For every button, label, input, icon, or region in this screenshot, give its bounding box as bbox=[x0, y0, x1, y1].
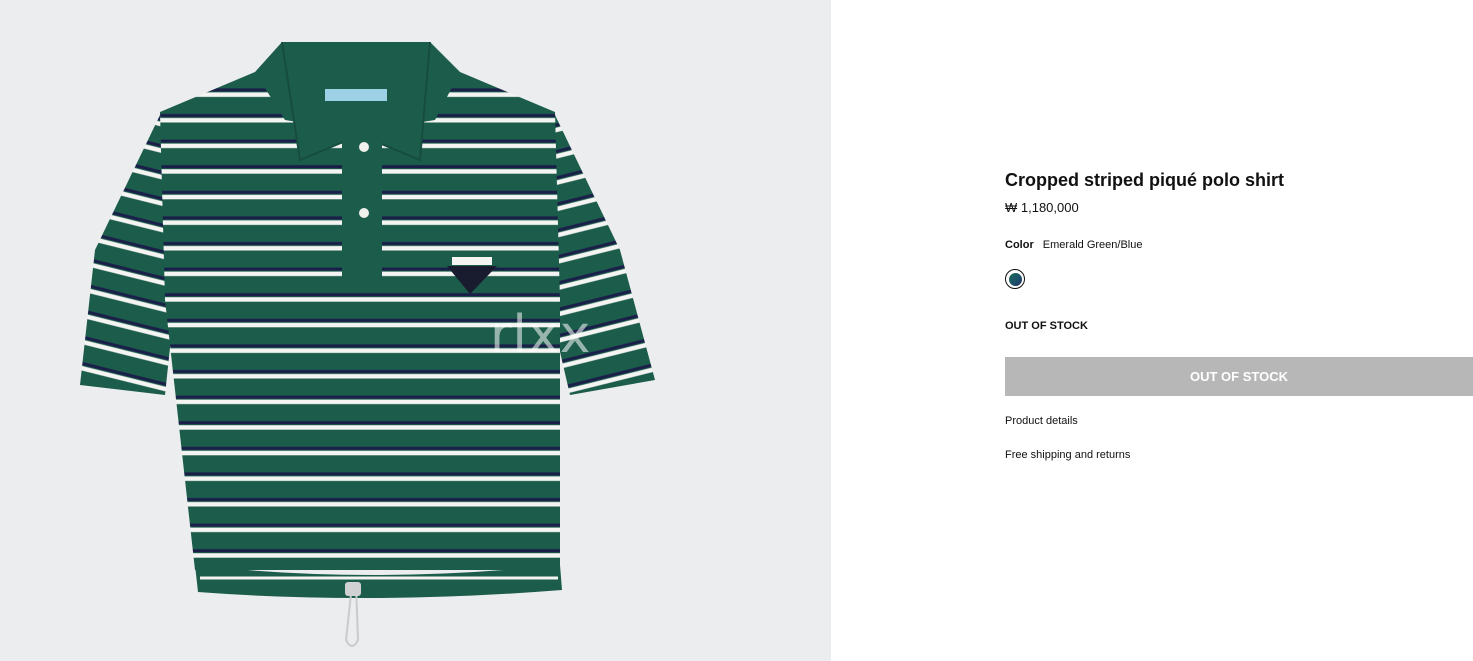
color-swatch-emerald-green[interactable] bbox=[1005, 269, 1025, 289]
color-row: Color Emerald Green/Blue bbox=[1005, 239, 1142, 251]
color-label: Color bbox=[1005, 239, 1034, 251]
product-title: Cropped striped piqué polo shirt bbox=[1005, 170, 1284, 190]
out-of-stock-button[interactable]: OUT OF STOCK bbox=[1005, 357, 1473, 396]
color-value: Emerald Green/Blue bbox=[1042, 239, 1143, 251]
free-shipping-link[interactable]: Free shipping and returns bbox=[1005, 449, 1130, 461]
stock-status-text: OUT OF STOCK bbox=[1005, 320, 1088, 332]
watermark-text: rlxx bbox=[490, 305, 592, 365]
product-price: ₩ 1,180,000 bbox=[1005, 200, 1079, 215]
product-details-link[interactable]: Product details bbox=[1005, 415, 1078, 427]
product-page: rlxx Cropped striped piqué polo shirt ₩ … bbox=[0, 0, 1473, 661]
polo-shirt-illustration bbox=[80, 41, 655, 647]
swatch-fill bbox=[1008, 272, 1022, 286]
product-image[interactable]: rlxx bbox=[0, 0, 831, 661]
